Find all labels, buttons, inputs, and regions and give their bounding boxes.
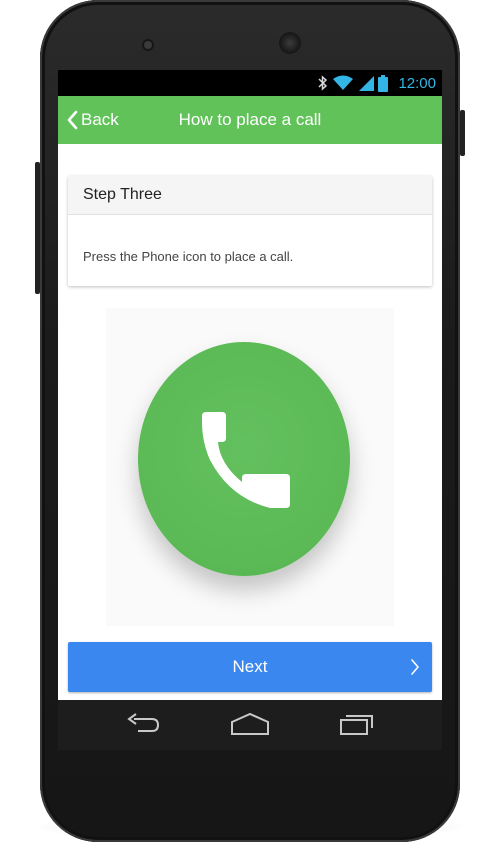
front-camera: [144, 41, 152, 49]
battery-icon: [378, 74, 389, 92]
step-card: Step Three Press the Phone icon to place…: [68, 176, 432, 286]
status-bar: 12:00: [58, 70, 442, 96]
next-button[interactable]: Next: [68, 642, 432, 692]
call-button-illustration: [138, 342, 350, 576]
power-button: [460, 110, 465, 156]
wifi-icon: [333, 75, 354, 90]
chevron-left-icon: [67, 110, 78, 130]
system-nav-bar: [58, 700, 442, 750]
phone-icon: [202, 412, 290, 508]
screen: 12:00 Back How to place a call Step Thre…: [58, 70, 442, 750]
call-illustration: [106, 308, 394, 626]
back-nav-icon[interactable]: [124, 710, 162, 740]
back-label: Back: [81, 110, 119, 129]
next-label: Next: [232, 657, 268, 676]
step-instruction: Press the Phone icon to place a call.: [83, 249, 294, 264]
volume-rocker: [35, 162, 40, 294]
step-title: Step Three: [68, 176, 432, 215]
content-area: Step Three Press the Phone icon to place…: [58, 144, 442, 700]
proximity-sensor: [380, 42, 386, 48]
bluetooth-icon: [318, 75, 328, 91]
clock: 12:00: [398, 74, 436, 92]
back-button[interactable]: Back: [66, 96, 119, 144]
light-sensor: [396, 42, 402, 48]
chevron-right-icon: [411, 659, 419, 675]
recent-apps-icon[interactable]: [338, 710, 376, 740]
home-icon[interactable]: [230, 710, 270, 740]
signal-icon: [359, 76, 375, 91]
earpiece-speaker: [279, 32, 301, 54]
app-bar: Back How to place a call: [58, 96, 442, 144]
